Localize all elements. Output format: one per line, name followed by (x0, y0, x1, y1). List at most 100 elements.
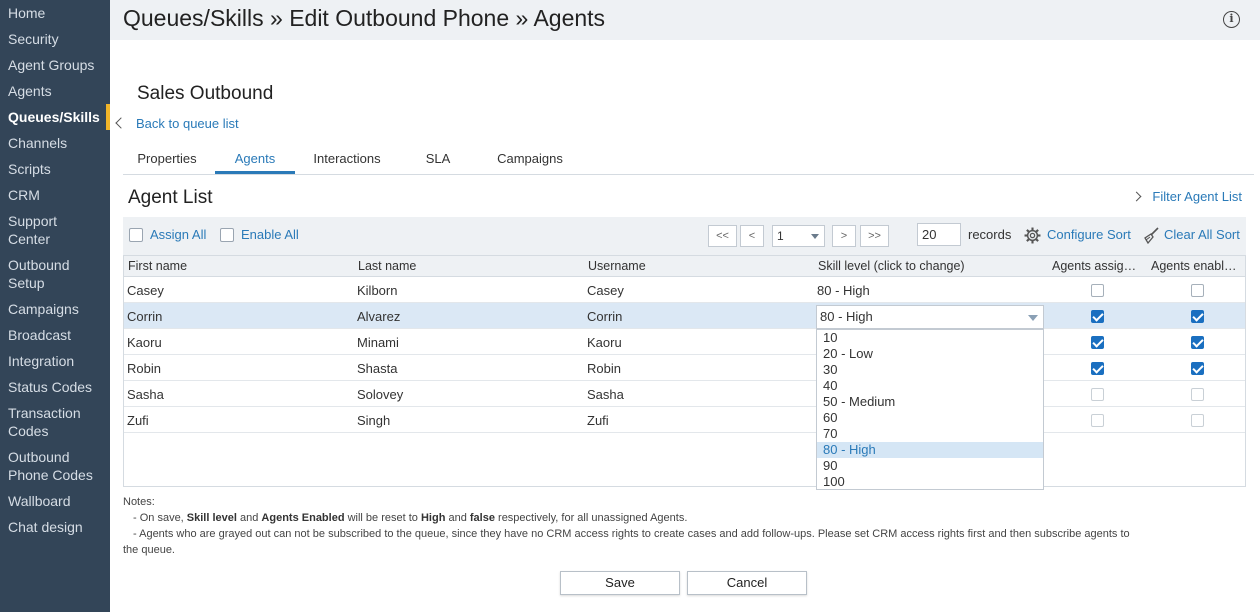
clear-all-sort-link[interactable]: Clear All Sort (1164, 227, 1240, 242)
sidebar-item-chat-design[interactable]: Chat design (8, 518, 106, 536)
sidebar-item-outbound-setup[interactable]: Outbound Setup (8, 256, 106, 292)
sidebar-item-transaction-codes[interactable]: Transaction Codes (8, 404, 106, 440)
agent-enabled-checkbox[interactable] (1191, 336, 1204, 349)
queue-name-heading: Sales Outbound (137, 83, 274, 104)
cancel-button[interactable]: Cancel (687, 571, 807, 595)
agent-enabled-checkbox[interactable] (1191, 388, 1204, 401)
cell-first-name: Kaoru (127, 335, 162, 350)
sidebar-item-crm[interactable]: CRM (8, 186, 106, 204)
sidebar-item-support-center[interactable]: Support Center (8, 212, 106, 248)
skill-option[interactable]: 30 (817, 362, 1043, 378)
skill-option[interactable]: 50 - Medium (817, 394, 1043, 410)
assign-all-label[interactable]: Assign All (150, 227, 206, 242)
table-row[interactable]: Corrin Alvarez Corrin (124, 303, 1245, 329)
col-header-skill-level[interactable]: Skill level (click to change) (818, 259, 965, 273)
tab-sla[interactable]: SLA (395, 148, 481, 174)
agent-enabled-checkbox[interactable] (1191, 362, 1204, 375)
table-header-row: First name Last name Username Skill leve… (124, 255, 1245, 277)
broom-icon (1144, 227, 1159, 244)
agent-list-title: Agent List (128, 187, 213, 208)
gear-icon (1024, 227, 1041, 244)
sidebar-item-integration[interactable]: Integration (8, 352, 106, 370)
sidebar-item-agent-groups[interactable]: Agent Groups (8, 56, 106, 74)
sidebar-item-scripts[interactable]: Scripts (8, 160, 106, 178)
col-header-agents-assigned[interactable]: Agents assig… (1052, 259, 1144, 273)
col-header-last-name[interactable]: Last name (358, 259, 416, 273)
cell-first-name: Casey (127, 283, 164, 298)
skill-option[interactable]: 10 (817, 330, 1043, 346)
table-row[interactable]: Robin Shasta Robin (124, 355, 1245, 381)
cell-last-name: Singh (357, 413, 391, 428)
next-page-button[interactable]: > (832, 225, 856, 247)
sidebar-item-status-codes[interactable]: Status Codes (8, 378, 106, 396)
sidebar-item-agents[interactable]: Agents (8, 82, 106, 100)
info-icon[interactable]: i (1223, 11, 1240, 28)
agent-enabled-checkbox[interactable] (1191, 414, 1204, 427)
agent-enabled-checkbox[interactable] (1191, 284, 1204, 297)
table-row[interactable]: Sasha Solovey Sasha (124, 381, 1245, 407)
sidebar-item-campaigns[interactable]: Campaigns (8, 300, 106, 318)
agent-assigned-checkbox[interactable] (1091, 310, 1104, 323)
sidebar-item-broadcast[interactable]: Broadcast (8, 326, 106, 344)
sidebar-item-outbound-phone-codes[interactable]: Outbound Phone Codes (8, 448, 106, 484)
agent-assigned-checkbox[interactable] (1091, 284, 1104, 297)
agent-enabled-checkbox[interactable] (1191, 310, 1204, 323)
filter-link-label: Filter Agent List (1152, 189, 1242, 204)
skill-option[interactable]: 100 (817, 474, 1043, 490)
skill-option[interactable]: 90 (817, 458, 1043, 474)
sidebar-nav: Home Security Agent Groups Agents Queues… (0, 0, 110, 612)
prev-page-button[interactable]: < (740, 225, 764, 247)
last-page-button[interactable]: >> (860, 225, 889, 247)
tab-interactions[interactable]: Interactions (303, 148, 391, 174)
table-row[interactable]: Zufi Singh Zufi (124, 407, 1245, 433)
configure-sort-link[interactable]: Configure Sort (1047, 227, 1131, 242)
table-row[interactable]: Kaoru Minami Kaoru (124, 329, 1245, 355)
back-to-queue-list-link[interactable]: Back to queue list (115, 116, 239, 131)
skill-option[interactable]: 70 (817, 426, 1043, 442)
cell-first-name: Zufi (127, 413, 149, 428)
col-header-first-name[interactable]: First name (128, 259, 187, 273)
chevron-down-icon (1028, 315, 1038, 321)
tab-campaigns[interactable]: Campaigns (485, 148, 575, 174)
skill-level-selected-value: 80 - High (820, 309, 873, 324)
cell-username: Corrin (587, 309, 623, 324)
enable-all-label[interactable]: Enable All (241, 227, 299, 242)
sidebar-item-security[interactable]: Security (8, 30, 106, 48)
skill-level-select[interactable]: 80 - High (816, 305, 1044, 329)
table-row[interactable]: Casey Kilborn Casey 80 - High (124, 277, 1245, 303)
agent-assigned-checkbox[interactable] (1091, 362, 1104, 375)
note-line-2: - Agents who are grayed out can not be s… (123, 528, 1130, 556)
cell-first-name: Robin (127, 361, 161, 376)
active-nav-indicator (106, 104, 110, 130)
cell-skill-level[interactable]: 80 - High (817, 283, 870, 298)
save-button[interactable]: Save (560, 571, 680, 595)
skill-option[interactable]: 40 (817, 378, 1043, 394)
page-title: Queues/Skills » Edit Outbound Phone » Ag… (123, 5, 606, 31)
skill-option[interactable]: 60 (817, 410, 1043, 426)
sidebar-item-channels[interactable]: Channels (8, 134, 106, 152)
filter-agent-list-link[interactable]: Filter Agent List (1131, 189, 1242, 204)
cell-username: Kaoru (587, 335, 622, 350)
agent-assigned-checkbox[interactable] (1091, 388, 1104, 401)
cell-first-name: Corrin (127, 309, 163, 324)
skill-option-highlighted[interactable]: 80 - High (817, 442, 1043, 458)
sidebar-item-queues-skills[interactable]: Queues/Skills (8, 108, 106, 126)
records-per-page-input[interactable]: 20 (917, 223, 961, 246)
assign-all-checkbox[interactable] (129, 228, 143, 242)
sidebar-item-home[interactable]: Home (8, 4, 106, 22)
chevron-right-icon (1131, 191, 1142, 202)
enable-all-checkbox[interactable] (220, 228, 234, 242)
tab-properties[interactable]: Properties (123, 148, 211, 174)
page-number-select[interactable]: 1 (772, 225, 825, 247)
col-header-agents-enabled[interactable]: Agents enabl… (1151, 259, 1243, 273)
agent-assigned-checkbox[interactable] (1091, 414, 1104, 427)
skill-level-options-list: 10 20 - Low 30 40 50 - Medium 60 70 80 -… (816, 329, 1044, 490)
skill-option[interactable]: 20 - Low (817, 346, 1043, 362)
tab-agents[interactable]: Agents (215, 148, 295, 174)
sidebar-item-wallboard[interactable]: Wallboard (8, 492, 106, 510)
cell-username: Zufi (587, 413, 609, 428)
col-header-username[interactable]: Username (588, 259, 646, 273)
first-page-button[interactable]: << (708, 225, 737, 247)
agent-assigned-checkbox[interactable] (1091, 336, 1104, 349)
cell-last-name: Shasta (357, 361, 398, 376)
